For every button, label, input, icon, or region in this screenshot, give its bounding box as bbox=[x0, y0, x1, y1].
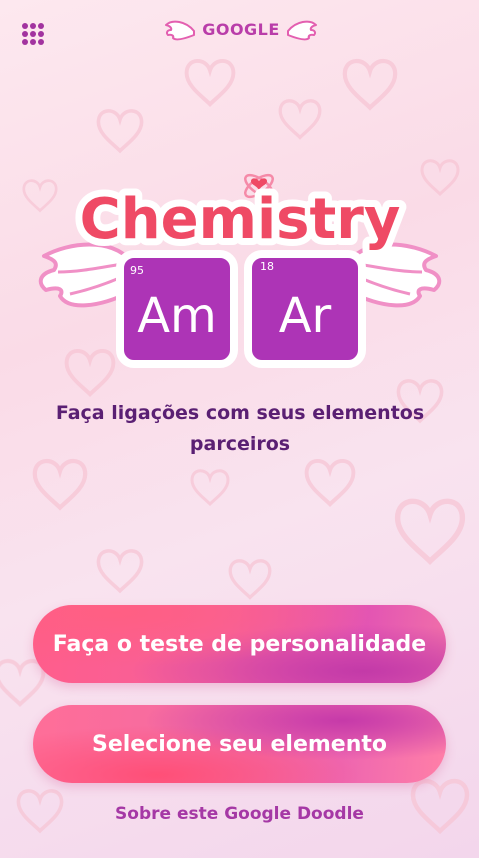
element-symbol: Ar bbox=[279, 288, 332, 344]
tagline: Faça ligações com seus elementos parceir… bbox=[55, 402, 425, 455]
top-bar: GOOGLE bbox=[0, 0, 479, 64]
chemistry-amar-logo: Chemistry 95 Am 18 Ar bbox=[38, 173, 442, 368]
element-tile-ar: 18 Ar bbox=[244, 250, 366, 368]
logo-title: Chemistry bbox=[80, 187, 401, 252]
wing-icon bbox=[38, 242, 442, 308]
personality-quiz-button[interactable]: Faça o teste de personalidade bbox=[33, 605, 446, 683]
brand-text: GOOGLE bbox=[202, 20, 280, 39]
element-symbol: Am bbox=[137, 288, 217, 344]
element-number: 18 bbox=[260, 260, 274, 273]
about-doodle-link[interactable]: Sobre este Google Doodle bbox=[0, 804, 479, 824]
element-number: 95 bbox=[130, 264, 144, 277]
select-element-button[interactable]: Selecione seu elemento bbox=[33, 705, 446, 783]
apps-grid-icon[interactable] bbox=[22, 23, 44, 45]
google-brand-link[interactable]: GOOGLE bbox=[164, 17, 318, 47]
element-tile-am: 95 Am bbox=[116, 250, 238, 368]
